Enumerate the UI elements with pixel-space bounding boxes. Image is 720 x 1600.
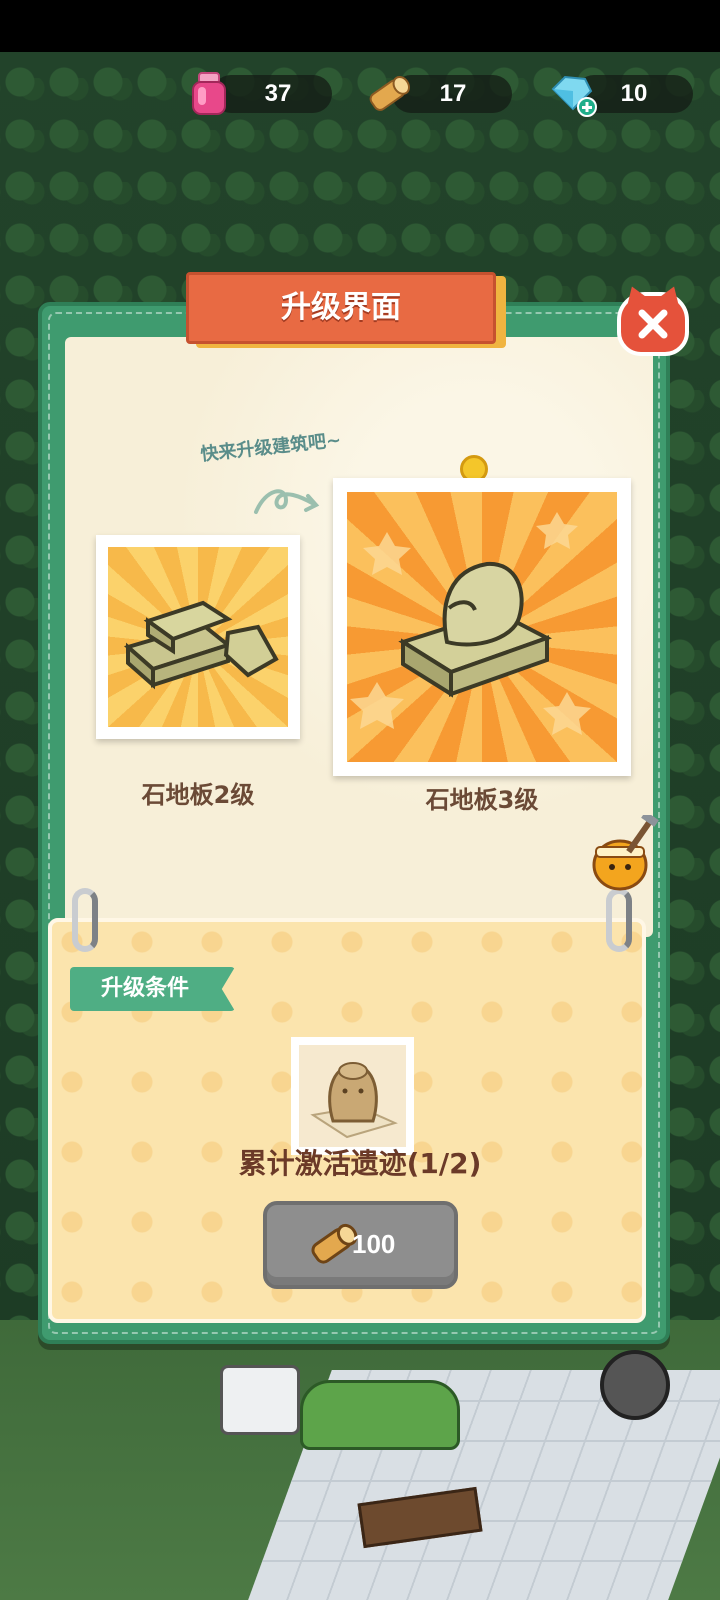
requirement-card <box>291 1037 414 1155</box>
binder-ring-right <box>606 888 632 952</box>
wood-counter[interactable]: 17 <box>369 75 512 113</box>
gem-count: 10 <box>620 80 648 107</box>
conditions-title: 升级条件 <box>100 976 189 1001</box>
upgrade-cost-value: 100 <box>352 1229 396 1259</box>
stone-floor-level-3-icon <box>350 512 591 735</box>
potion-counter[interactable]: 37 <box>192 72 332 115</box>
current-level-card <box>96 535 300 739</box>
close-button[interactable] <box>617 292 689 356</box>
binder-ring-left <box>72 888 98 952</box>
status-bar <box>0 0 720 52</box>
next-level-label: 石地板3级 <box>425 786 539 814</box>
stone-floor-level-2-icon <box>123 600 279 690</box>
curly-arrow-icon <box>254 489 320 514</box>
wood-count: 17 <box>439 80 467 107</box>
village-hut[interactable] <box>220 1365 300 1435</box>
ancient-relic-statue-icon <box>310 1062 398 1139</box>
next-level-card <box>333 478 631 776</box>
gem-counter[interactable]: 10 <box>551 75 693 117</box>
dialog-title: 升级界面 <box>281 290 401 325</box>
requirement-text: 累计激活遗迹(1/2) <box>238 1147 482 1180</box>
current-level-label: 石地板2级 <box>141 781 255 809</box>
close-icon <box>638 309 668 339</box>
flower-bush <box>300 1380 460 1450</box>
cart-wheel[interactable] <box>600 1350 670 1420</box>
potion-count: 37 <box>264 80 292 107</box>
worker-mascot-icon <box>592 815 659 891</box>
